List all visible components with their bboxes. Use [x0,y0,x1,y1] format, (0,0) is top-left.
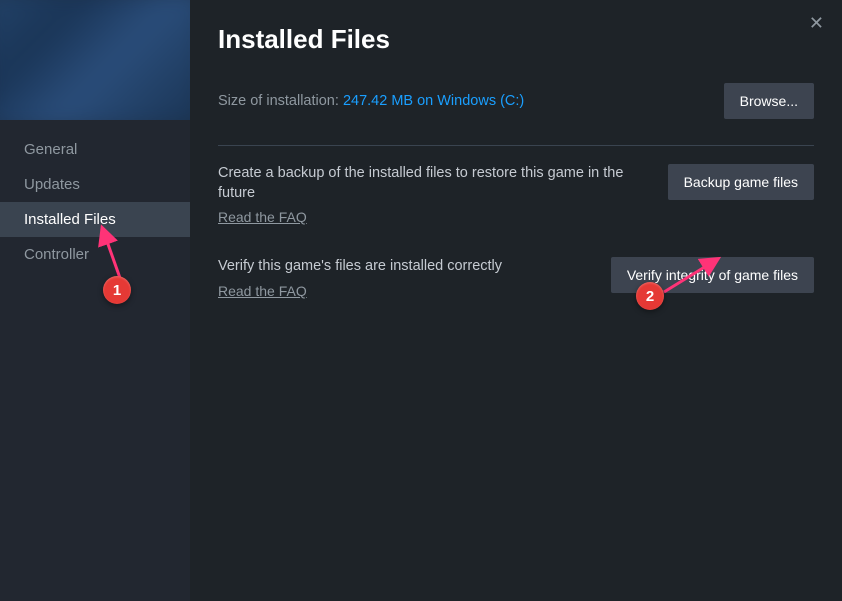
main-content: ✕ Installed Files Size of installation: … [190,0,842,601]
verify-faq-link[interactable]: Read the FAQ [218,283,307,299]
sidebar: General Updates Installed Files Controll… [0,0,190,601]
backup-button[interactable]: Backup game files [668,164,814,200]
verify-row: Verify this game's files are installed c… [218,257,814,301]
sidebar-nav: General Updates Installed Files Controll… [0,120,190,272]
backup-desc: Create a backup of the installed files t… [218,164,648,203]
verify-text: Verify this game's files are installed c… [218,257,591,301]
close-button[interactable]: ✕ [805,10,828,36]
sidebar-item-updates[interactable]: Updates [0,167,190,202]
verify-desc: Verify this game's files are installed c… [218,257,591,277]
annotation-marker-1: 1 [103,276,131,304]
browse-button[interactable]: Browse... [724,83,814,119]
backup-row: Create a backup of the installed files t… [218,164,814,227]
divider [218,145,814,146]
backup-text: Create a backup of the installed files t… [218,164,648,227]
settings-window: General Updates Installed Files Controll… [0,0,842,601]
game-artwork [0,0,190,120]
sidebar-item-general[interactable]: General [0,132,190,167]
annotation-marker-2: 2 [636,282,664,310]
close-icon: ✕ [809,13,824,33]
install-size-label: Size of installation: [218,93,343,109]
sidebar-item-controller[interactable]: Controller [0,237,190,272]
install-size-text: Size of installation: 247.42 MB on Windo… [218,93,524,109]
page-title: Installed Files [218,24,814,55]
install-location-link[interactable]: 247.42 MB on Windows (C:) [343,93,524,109]
install-size-row: Size of installation: 247.42 MB on Windo… [218,83,814,119]
sidebar-item-installed-files[interactable]: Installed Files [0,202,190,237]
backup-faq-link[interactable]: Read the FAQ [218,209,307,225]
